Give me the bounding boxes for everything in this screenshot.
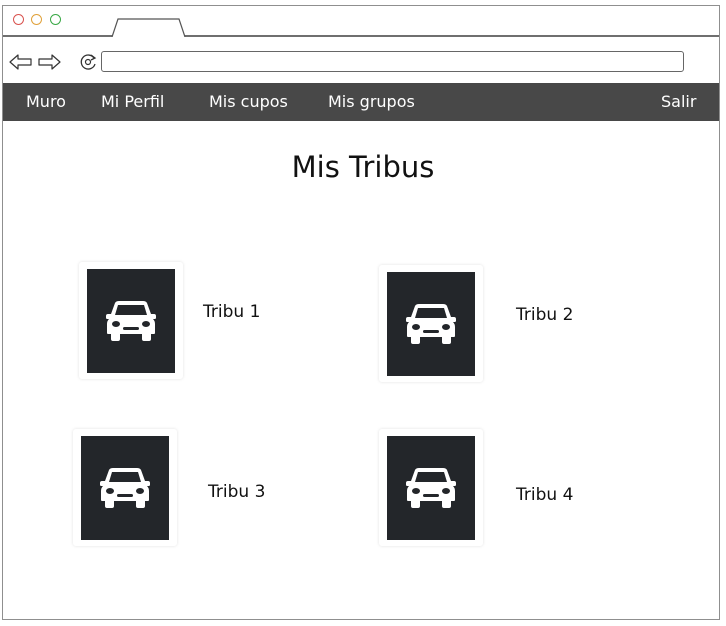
page-title: Mis Tribus — [291, 150, 435, 184]
address-bar-input[interactable] — [101, 51, 684, 72]
car-icon — [100, 468, 150, 508]
tribe-card-3[interactable] — [73, 429, 177, 546]
maximize-window-icon[interactable] — [50, 14, 61, 25]
tribe-thumbnail — [387, 436, 475, 540]
back-arrow-icon[interactable] — [9, 53, 33, 71]
car-icon — [406, 304, 456, 344]
nav-link-mi-perfil[interactable]: Mi Perfil — [101, 92, 164, 111]
minimize-window-icon[interactable] — [31, 14, 42, 25]
tribe-label-3[interactable]: Tribu 3 — [208, 482, 265, 502]
tribe-card-2[interactable] — [379, 265, 483, 382]
tribe-label-2[interactable]: Tribu 2 — [516, 305, 573, 325]
nav-link-muro[interactable]: Muro — [26, 92, 66, 111]
close-window-icon[interactable] — [13, 14, 24, 25]
top-navbar: Muro Mi Perfil Mis cupos Mis grupos Sali… — [3, 83, 719, 121]
car-icon — [106, 301, 156, 341]
forward-arrow-icon[interactable] — [37, 53, 61, 71]
tribe-thumbnail — [87, 269, 175, 373]
reload-icon[interactable] — [78, 52, 98, 72]
tribe-thumbnail — [387, 272, 475, 376]
tribe-label-4[interactable]: Tribu 4 — [516, 485, 573, 505]
nav-link-mis-grupos[interactable]: Mis grupos — [328, 92, 415, 111]
browser-titlebar — [3, 6, 719, 38]
browser-tab[interactable] — [111, 18, 187, 38]
tribe-card-4[interactable] — [379, 429, 483, 546]
tribe-thumbnail — [81, 436, 169, 540]
tribe-card-1[interactable] — [79, 262, 183, 379]
car-icon — [406, 468, 456, 508]
browser-toolbar — [3, 37, 719, 81]
nav-link-mis-cupos[interactable]: Mis cupos — [209, 92, 288, 111]
tribe-label-1[interactable]: Tribu 1 — [203, 302, 260, 322]
nav-link-salir[interactable]: Salir — [661, 92, 696, 111]
